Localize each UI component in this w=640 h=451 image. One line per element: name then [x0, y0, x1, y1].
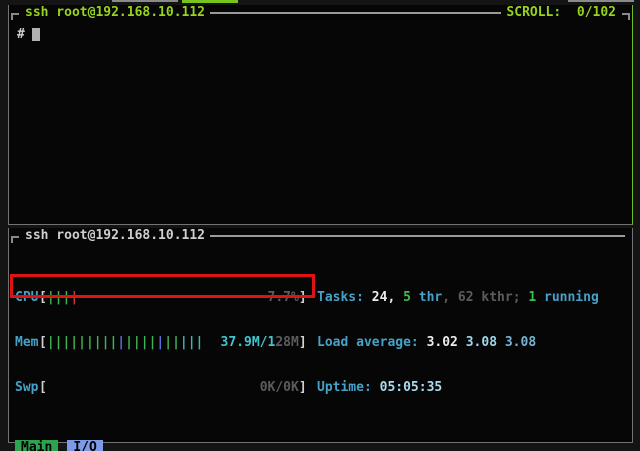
- terminal-screen: ssh root@192.168.10.112 SCROLL: 0/102 # …: [0, 0, 640, 451]
- pane-shell[interactable]: ssh root@192.168.10.112 SCROLL: 0/102 #: [8, 5, 633, 225]
- border-corner: [11, 236, 19, 243]
- bracket: [: [39, 335, 47, 350]
- cpu-bar-red: |: [70, 290, 78, 305]
- swap-meter-label: Swp: [15, 380, 39, 395]
- border-corner: [622, 13, 630, 20]
- cpu-bar-green: |||: [47, 290, 70, 305]
- cpu-meter: CPU[ |||| 7.7% ]: [15, 290, 311, 305]
- top-edge-artifact: [182, 0, 238, 3]
- cpu-meter-value: 7.7%: [268, 290, 299, 305]
- bracket: ]: [299, 290, 307, 305]
- mem-meter-label: Mem: [15, 335, 39, 350]
- scroll-indicator: SCROLL: 0/102: [506, 5, 616, 20]
- top-edge-artifact: [568, 0, 634, 2]
- pane-title: ssh root@192.168.10.112: [25, 5, 205, 20]
- tab-main[interactable]: Main: [15, 440, 58, 451]
- load-average: Load average: 3.02 3.08 3.08: [317, 335, 599, 350]
- cpu-meter-label: CPU: [15, 290, 39, 305]
- top-edge-artifact: [112, 0, 178, 2]
- mem-meter: Mem[ ||||||||||||||||||||37.9M/128M ]: [15, 335, 311, 350]
- bracket: ]: [299, 380, 307, 395]
- mem-bar-blue: |: [117, 335, 125, 350]
- pane-htop[interactable]: ssh root@192.168.10.112 CPU[ ||||7.7% ] …: [8, 228, 633, 443]
- swap-meter-value: 0K/0K: [260, 380, 299, 395]
- bracket: [: [39, 290, 47, 305]
- htop-meters: CPU[ ||||7.7% ] Mem[ |||||||||||||||||||…: [15, 260, 632, 425]
- text-cursor: [32, 28, 40, 41]
- cpu-meter-bar: |||| 7.7%: [47, 290, 299, 305]
- swap-meter: Swp[ 0K/0K ]: [15, 380, 311, 395]
- mem-bar-green: ||: [164, 335, 180, 350]
- title-divider-line: [210, 235, 625, 237]
- border-corner: [11, 13, 19, 20]
- mem-meter-bar: ||||||||||||||||||||37.9M/128M: [47, 335, 299, 350]
- mem-bar-green: |||||||||: [47, 335, 117, 350]
- pane-shell-titlebar: ssh root@192.168.10.112 SCROLL: 0/102: [9, 5, 632, 20]
- shell-prompt: #: [17, 27, 25, 42]
- tab-io[interactable]: I/O: [67, 440, 102, 451]
- pane-htop-titlebar: ssh root@192.168.10.112: [9, 228, 632, 243]
- mem-bar-cyan: |||: [180, 335, 203, 350]
- htop-tabs: Main I/O: [15, 440, 632, 451]
- tasks-summary: Tasks: 24, 5 thr, 62 kthr; 1 running: [317, 290, 599, 305]
- bracket: ]: [299, 335, 307, 350]
- mem-used-text: 37.9M/1: [221, 335, 276, 350]
- uptime: Uptime: 05:05:35: [317, 380, 599, 395]
- mem-bar-green: ||||: [125, 335, 156, 350]
- bracket: [: [39, 380, 47, 395]
- shell-prompt-line[interactable]: #: [9, 20, 632, 42]
- mem-meter-value: 37.9M/128M: [221, 335, 299, 350]
- mem-total-text: 28M: [275, 335, 298, 350]
- swap-meter-bar: 0K/0K: [47, 380, 299, 395]
- pane-title: ssh root@192.168.10.112: [25, 228, 205, 243]
- title-divider-line: [210, 12, 501, 14]
